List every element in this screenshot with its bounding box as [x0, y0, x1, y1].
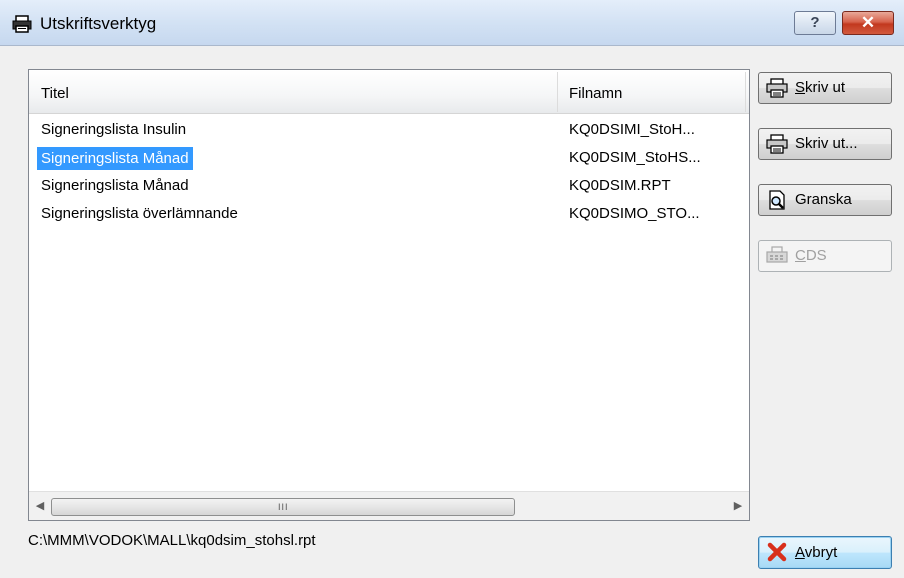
row-filename: KQ0DSIM.RPT [569, 177, 671, 194]
printer-icon [766, 78, 788, 98]
printer-icon [766, 134, 788, 154]
row-filename: KQ0DSIMO_STO... [569, 205, 700, 222]
preview-button[interactable]: Granska [758, 184, 892, 216]
row-title: Signeringslista Månad [41, 177, 189, 194]
scroll-left-arrow-icon[interactable]: ◀ [29, 492, 51, 521]
title-bar[interactable]: Utskriftsverktyg ? ✕ [0, 0, 904, 46]
close-button[interactable]: ✕ [842, 11, 894, 35]
row-filename: KQ0DSIMI_StoH... [569, 121, 695, 138]
column-divider[interactable] [745, 72, 746, 112]
preview-icon [766, 190, 788, 210]
print-tool-dialog: Utskriftsverktyg ? ✕ Titel Filnamn Signe… [0, 0, 904, 578]
preview-label: Granska [795, 191, 852, 208]
window-title: Utskriftsverktyg [40, 14, 157, 33]
list-row[interactable]: Signeringslista Månad KQ0DSIM.RPT [29, 172, 749, 200]
scroll-right-arrow-icon[interactable]: ▶ [727, 492, 749, 521]
scroll-grip-icon: III [278, 502, 289, 512]
cds-label: CDS [795, 247, 827, 264]
file-path: C:\MMM\VODOK\MALL\kq0dsim_stohsl.rpt [28, 532, 316, 549]
list-header: Titel Filnamn [29, 70, 749, 114]
row-title: Signeringslista Månad [37, 147, 193, 170]
red-x-icon [766, 542, 788, 562]
scroll-thumb[interactable]: III [51, 498, 515, 516]
row-title: Signeringslista överlämnande [41, 205, 238, 222]
print-button[interactable]: Skriv ut [758, 72, 892, 104]
print-label: Skriv ut [795, 79, 846, 96]
fax-icon [766, 246, 788, 266]
list-row[interactable]: Signeringslista överlämnande KQ0DSIMO_ST… [29, 200, 749, 228]
help-button[interactable]: ? [794, 11, 836, 35]
column-header-titel[interactable]: Titel [29, 70, 557, 114]
list-row-selected[interactable]: Signeringslista Månad KQ0DSIM_StoHS... [29, 144, 749, 172]
cancel-label: Avbryt [795, 544, 838, 561]
report-list[interactable]: Titel Filnamn Signeringslista Insulin KQ… [28, 69, 750, 521]
list-row[interactable]: Signeringslista Insulin KQ0DSIMI_StoH... [29, 116, 749, 144]
print-dialog-label: Skriv ut... [795, 135, 858, 152]
row-title: Signeringslista Insulin [41, 121, 187, 138]
cds-button[interactable]: CDS [758, 240, 892, 272]
row-filename: KQ0DSIM_StoHS... [569, 149, 701, 166]
cancel-button[interactable]: Avbryt [758, 536, 892, 569]
printer-icon [12, 15, 32, 33]
print-dialog-button[interactable]: Skriv ut... [758, 128, 892, 160]
column-header-filnamn[interactable]: Filnamn [557, 70, 745, 114]
horizontal-scrollbar[interactable]: ◀ III ▶ [29, 491, 749, 520]
